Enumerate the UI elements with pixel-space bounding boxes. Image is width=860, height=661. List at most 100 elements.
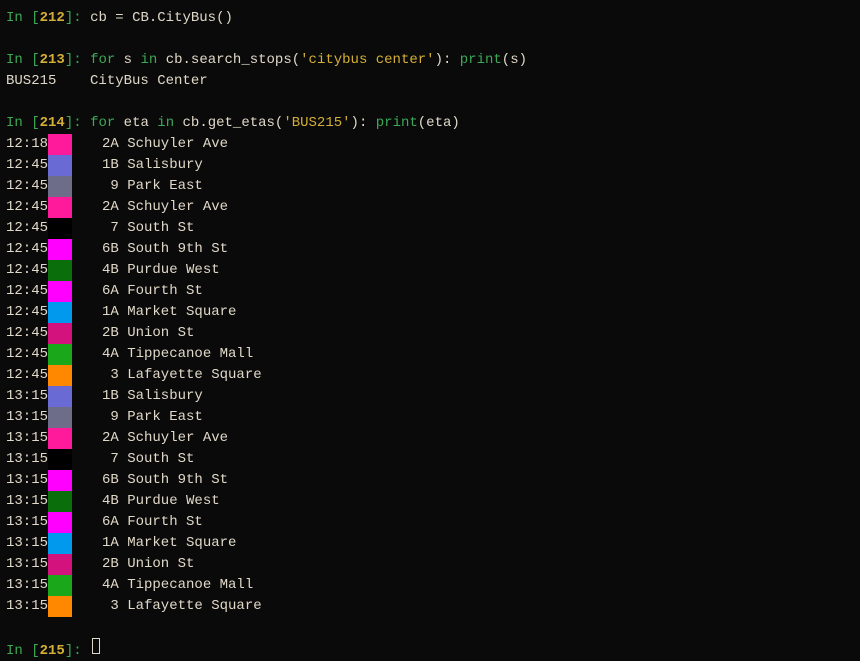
eta-time: 13:15 bbox=[6, 428, 48, 449]
code-token: 'BUS215' bbox=[283, 113, 350, 134]
eta-row: 13:15 1A Market Square bbox=[6, 533, 854, 554]
eta-route-label: 2B Union St bbox=[72, 323, 194, 344]
prompt: In [213]: bbox=[6, 50, 90, 71]
eta-route-label: 9 Park East bbox=[72, 176, 203, 197]
eta-row: 13:15 1B Salisbury bbox=[6, 386, 854, 407]
code-token: ): bbox=[351, 113, 376, 134]
eta-route-label: 6B South 9th St bbox=[72, 470, 228, 491]
eta-time: 12:18 bbox=[6, 134, 48, 155]
eta-row: 12:45 1B Salisbury bbox=[6, 155, 854, 176]
eta-route-label: 1A Market Square bbox=[72, 302, 236, 323]
eta-time: 12:45 bbox=[6, 197, 48, 218]
input-cell: In [213]: for s in cb.search_stops('city… bbox=[6, 50, 854, 71]
eta-route-label: 9 Park East bbox=[72, 407, 203, 428]
eta-route-label: 2A Schuyler Ave bbox=[72, 428, 228, 449]
terminal-output[interactable]: In [212]: cb = CB.CityBus()In [213]: for… bbox=[6, 8, 854, 661]
eta-time: 12:45 bbox=[6, 323, 48, 344]
eta-row: 12:45 1A Market Square bbox=[6, 302, 854, 323]
eta-row: 13:15 4B Purdue West bbox=[6, 491, 854, 512]
eta-row: 13:15 7 South St bbox=[6, 449, 854, 470]
eta-time: 13:15 bbox=[6, 449, 48, 470]
route-color-swatch bbox=[48, 218, 72, 239]
eta-row: 12:45 3 Lafayette Square bbox=[6, 365, 854, 386]
code-token: for bbox=[90, 50, 115, 71]
code-token: eta bbox=[115, 113, 157, 134]
eta-time: 13:15 bbox=[6, 470, 48, 491]
output-line: BUS215 CityBus Center bbox=[6, 71, 854, 92]
route-color-swatch bbox=[48, 533, 72, 554]
code-token: print bbox=[460, 50, 502, 71]
eta-route-label: 3 Lafayette Square bbox=[72, 596, 262, 617]
input-cell: In [214]: for eta in cb.get_etas('BUS215… bbox=[6, 113, 854, 134]
eta-row: 12:45 6A Fourth St bbox=[6, 281, 854, 302]
code-token: (s) bbox=[502, 50, 527, 71]
route-color-swatch bbox=[48, 197, 72, 218]
eta-route-label: 7 South St bbox=[72, 449, 194, 470]
route-color-swatch bbox=[48, 239, 72, 260]
code-token: in bbox=[157, 113, 174, 134]
eta-row: 12:45 4B Purdue West bbox=[6, 260, 854, 281]
route-color-swatch bbox=[48, 134, 72, 155]
eta-row: 12:45 9 Park East bbox=[6, 176, 854, 197]
prompt: In [214]: bbox=[6, 113, 90, 134]
eta-row: 13:15 9 Park East bbox=[6, 407, 854, 428]
eta-time: 13:15 bbox=[6, 491, 48, 512]
blank-line bbox=[6, 617, 854, 638]
eta-row: 12:45 2A Schuyler Ave bbox=[6, 197, 854, 218]
route-color-swatch bbox=[48, 596, 72, 617]
eta-time: 12:45 bbox=[6, 260, 48, 281]
eta-time: 12:45 bbox=[6, 239, 48, 260]
eta-time: 13:15 bbox=[6, 512, 48, 533]
code-token: for bbox=[90, 113, 115, 134]
route-color-swatch bbox=[48, 155, 72, 176]
cursor bbox=[92, 638, 100, 654]
eta-row: 12:45 6B South 9th St bbox=[6, 239, 854, 260]
eta-route-label: 2A Schuyler Ave bbox=[72, 134, 228, 155]
eta-time: 13:15 bbox=[6, 596, 48, 617]
route-color-swatch bbox=[48, 260, 72, 281]
route-color-swatch bbox=[48, 365, 72, 386]
eta-row: 13:15 2B Union St bbox=[6, 554, 854, 575]
blank-line bbox=[6, 92, 854, 113]
route-color-swatch bbox=[48, 491, 72, 512]
route-color-swatch bbox=[48, 407, 72, 428]
route-color-swatch bbox=[48, 449, 72, 470]
eta-time: 12:45 bbox=[6, 365, 48, 386]
eta-row: 12:45 4A Tippecanoe Mall bbox=[6, 344, 854, 365]
prompt: In [215]: bbox=[6, 641, 90, 661]
eta-route-label: 2B Union St bbox=[72, 554, 194, 575]
eta-time: 13:15 bbox=[6, 407, 48, 428]
eta-route-label: 1B Salisbury bbox=[72, 155, 203, 176]
eta-route-label: 6A Fourth St bbox=[72, 512, 203, 533]
route-color-swatch bbox=[48, 554, 72, 575]
blank-line bbox=[6, 29, 854, 50]
eta-route-label: 4B Purdue West bbox=[72, 491, 220, 512]
eta-row: 12:45 7 South St bbox=[6, 218, 854, 239]
eta-route-label: 1B Salisbury bbox=[72, 386, 203, 407]
eta-time: 13:15 bbox=[6, 554, 48, 575]
eta-time: 13:15 bbox=[6, 575, 48, 596]
code-token: cb.get_etas( bbox=[174, 113, 283, 134]
eta-route-label: 4B Purdue West bbox=[72, 260, 220, 281]
code-token: (eta) bbox=[418, 113, 460, 134]
code-token: in bbox=[141, 50, 158, 71]
eta-route-label: 6A Fourth St bbox=[72, 281, 203, 302]
eta-row: 12:18 2A Schuyler Ave bbox=[6, 134, 854, 155]
eta-time: 12:45 bbox=[6, 344, 48, 365]
eta-row: 13:15 4A Tippecanoe Mall bbox=[6, 575, 854, 596]
eta-route-label: 1A Market Square bbox=[72, 533, 236, 554]
code-token: s bbox=[115, 50, 140, 71]
eta-time: 12:45 bbox=[6, 218, 48, 239]
eta-route-label: 7 South St bbox=[72, 218, 194, 239]
route-color-swatch bbox=[48, 386, 72, 407]
eta-route-label: 4A Tippecanoe Mall bbox=[72, 344, 253, 365]
eta-time: 12:45 bbox=[6, 155, 48, 176]
eta-time: 13:15 bbox=[6, 386, 48, 407]
eta-time: 12:45 bbox=[6, 281, 48, 302]
route-color-swatch bbox=[48, 512, 72, 533]
route-color-swatch bbox=[48, 344, 72, 365]
eta-time: 12:45 bbox=[6, 302, 48, 323]
route-color-swatch bbox=[48, 323, 72, 344]
eta-row: 13:15 2A Schuyler Ave bbox=[6, 428, 854, 449]
route-color-swatch bbox=[48, 470, 72, 491]
